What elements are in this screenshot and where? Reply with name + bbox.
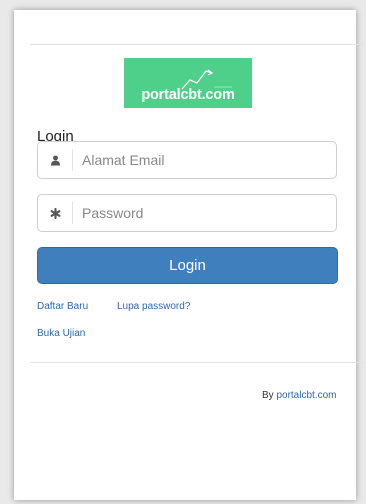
forgot-password-link[interactable]: Lupa password?: [117, 301, 190, 312]
user-icon: [38, 142, 72, 178]
email-input[interactable]: [82, 142, 322, 178]
footer-by-label: By: [262, 390, 274, 401]
password-input[interactable]: [82, 195, 322, 231]
password-separator: [72, 202, 73, 224]
email-field[interactable]: [37, 141, 337, 179]
footer-site-link[interactable]: portalcbt.com: [276, 390, 336, 401]
bottom-divider: [30, 362, 364, 363]
email-separator: [72, 149, 73, 171]
asterisk-icon: [38, 195, 72, 231]
login-button[interactable]: Login: [37, 247, 338, 284]
brand-logo: portalcbt.com: [124, 58, 252, 108]
login-card: portalcbt.com Login Login Daftar Baru: [14, 10, 364, 500]
top-divider: [30, 44, 364, 45]
register-link[interactable]: Daftar Baru: [37, 301, 88, 312]
password-field[interactable]: [37, 194, 337, 232]
footer-credit: By portalcbt.com: [262, 390, 336, 401]
open-exam-link[interactable]: Buka Ujian: [37, 328, 85, 339]
logo-text: portalcbt.com: [141, 87, 235, 103]
